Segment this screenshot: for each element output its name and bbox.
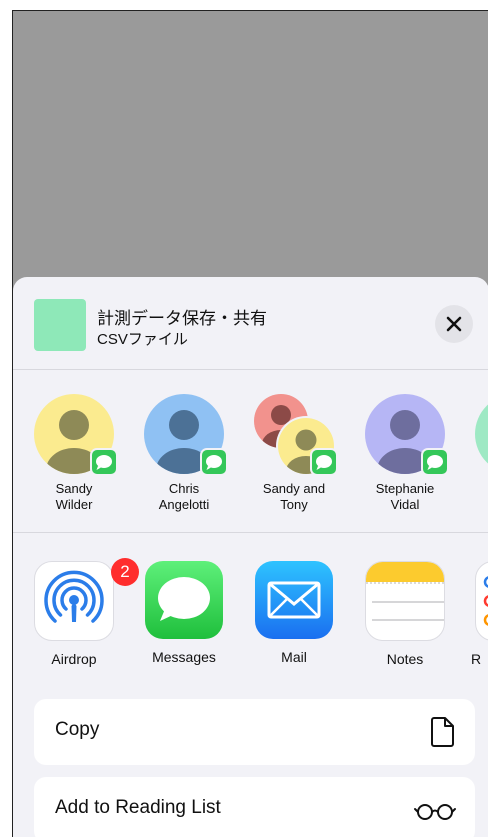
app-label: Messages xyxy=(152,649,216,665)
share-sheet: 計測データ保存・共有 CSVファイル Sandy Wilder Chris An… xyxy=(13,277,488,837)
document-icon xyxy=(431,717,454,747)
person-name: Chris Angelotti xyxy=(158,481,210,512)
reminders-icon xyxy=(475,561,488,641)
app-messages[interactable]: Messages xyxy=(136,561,232,665)
person-sandy-wilder[interactable]: Sandy Wilder xyxy=(24,394,124,513)
person-group-sandy-tony[interactable]: Sandy and Tony xyxy=(244,394,344,513)
notification-badge: 2 xyxy=(111,558,139,586)
person-partial[interactable]: A xyxy=(465,394,488,497)
message-badge-icon xyxy=(310,448,338,476)
copy-action[interactable]: Copy xyxy=(34,699,475,765)
avatar xyxy=(475,404,488,474)
share-title: 計測データ保存・共有 xyxy=(97,309,267,328)
app-label: R xyxy=(471,651,482,667)
app-label: Mail xyxy=(281,649,307,665)
action-label: Add to Reading List xyxy=(55,797,221,818)
screen: 計測データ保存・共有 CSVファイル Sandy Wilder Chris An… xyxy=(12,10,488,837)
person-name: Sandy Wilder xyxy=(55,481,93,512)
glasses-icon xyxy=(414,804,456,820)
airdrop-icon: 2 xyxy=(34,558,139,641)
close-button[interactable] xyxy=(435,305,473,343)
messages-icon xyxy=(145,561,223,639)
app-label: Airdrop xyxy=(51,651,97,667)
app-airdrop[interactable]: 2 Airdrop xyxy=(26,558,139,667)
add-to-reading-list-action[interactable]: Add to Reading List xyxy=(34,777,475,837)
person-name: A xyxy=(465,481,488,497)
mail-icon xyxy=(255,561,333,639)
app-notes[interactable]: Notes xyxy=(357,561,453,667)
person-chris-angelotti[interactable]: Chris Angelotti xyxy=(134,394,234,513)
person-stephanie-vidal[interactable]: Stephanie Vidal xyxy=(355,394,455,513)
share-subtitle: CSVファイル xyxy=(97,331,188,348)
app-label: Notes xyxy=(386,651,424,667)
people-row: Sandy Wilder Chris Angelotti Sandy and T… xyxy=(13,370,488,532)
file-thumbnail xyxy=(34,299,86,351)
notes-icon xyxy=(365,561,445,641)
app-reminders[interactable]: R xyxy=(467,561,488,667)
apps-row: 2 Airdrop Messages Mail Notes R xyxy=(13,533,488,683)
person-name: Stephanie Vidal xyxy=(375,481,435,512)
close-icon xyxy=(446,316,462,332)
action-label: Copy xyxy=(55,719,100,740)
person-name: Sandy and Tony xyxy=(262,481,326,512)
app-mail[interactable]: Mail xyxy=(246,561,342,665)
message-badge-icon xyxy=(200,448,228,476)
share-sheet-header: 計測データ保存・共有 CSVファイル xyxy=(13,277,488,369)
message-badge-icon xyxy=(421,448,449,476)
message-badge-icon xyxy=(90,448,118,476)
